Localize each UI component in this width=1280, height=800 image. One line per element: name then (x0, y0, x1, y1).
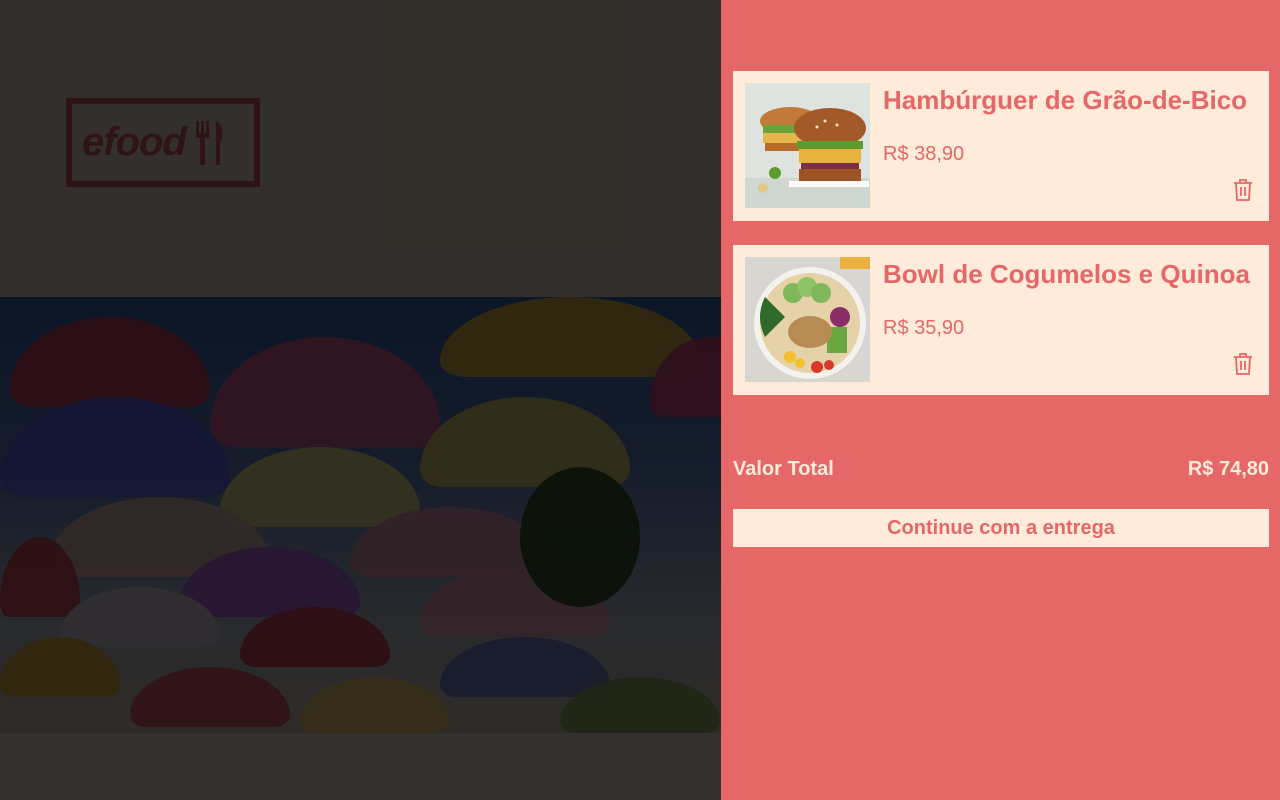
cart-item: Bowl de Cogumelos e Quinoa R$ 35,90 (733, 245, 1269, 395)
total-value: R$ 74,80 (1187, 458, 1269, 480)
item-price: R$ 35,90 (883, 317, 965, 339)
continue-delivery-button[interactable]: Continue com a entrega (733, 509, 1269, 547)
item-price: R$ 38,90 (883, 143, 965, 165)
trash-icon[interactable] (1232, 352, 1254, 376)
trash-icon[interactable] (1232, 178, 1254, 202)
page: efood (0, 0, 1280, 800)
total-row: Valor Total R$ 74,80 (733, 458, 1269, 481)
total-label: Valor Total (733, 458, 834, 480)
item-name: Hambúrguer de Grão-de-Bico (883, 85, 1248, 115)
cart-sidebar: Hambúrguer de Grão-de-Bico R$ 38,90 Bowl… (721, 0, 1280, 800)
burger-image (745, 83, 870, 208)
cart-item: Hambúrguer de Grão-de-Bico R$ 38,90 (733, 71, 1269, 221)
item-name: Bowl de Cogumelos e Quinoa (883, 259, 1250, 289)
bowl-image (745, 257, 870, 382)
